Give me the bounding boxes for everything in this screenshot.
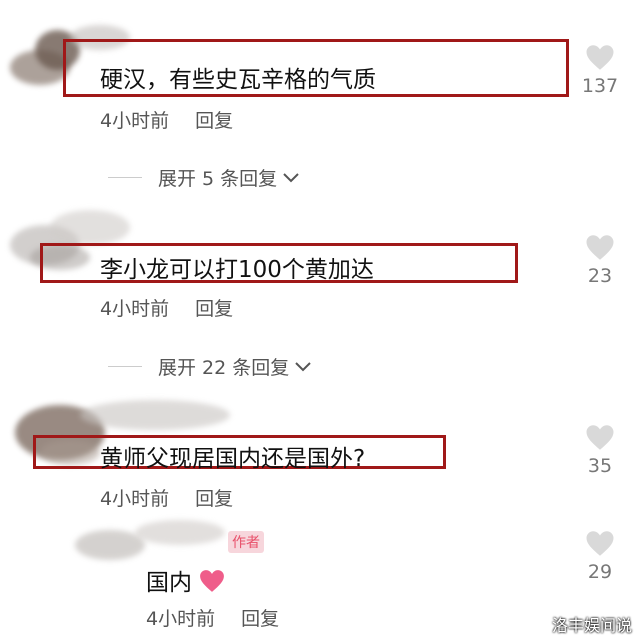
- heart-icon: [586, 45, 614, 70]
- like-button[interactable]: 137: [580, 44, 620, 97]
- reply-text: 国内: [146, 563, 225, 597]
- reply-button[interactable]: 回复: [195, 298, 233, 320]
- author-badge: 作者: [228, 531, 264, 553]
- like-button[interactable]: 35: [580, 424, 620, 477]
- expand-replies-label: 展开 22 条回复: [158, 357, 290, 379]
- comment-text: 黄师父现居国内还是国外?: [100, 446, 366, 472]
- like-count: 29: [587, 561, 613, 583]
- comment-meta: 4小时前 回复: [100, 294, 233, 321]
- like-button[interactable]: 23: [580, 234, 620, 287]
- heart-emoji-icon: [200, 570, 225, 592]
- comment-text: 硬汉，有些史瓦辛格的气质: [100, 67, 376, 93]
- reply-button[interactable]: 回复: [195, 110, 233, 132]
- heart-icon: [586, 235, 614, 260]
- comment-meta: 4小时前 回复: [146, 604, 279, 631]
- reply-text-content: 国内: [146, 570, 192, 596]
- like-button[interactable]: 29: [580, 530, 620, 583]
- like-count: 35: [587, 455, 613, 477]
- comment-meta: 4小时前 回复: [100, 106, 233, 133]
- divider: [108, 366, 142, 367]
- comment-time: 4小时前: [100, 110, 170, 132]
- reply-button[interactable]: 回复: [241, 608, 279, 630]
- divider: [108, 177, 142, 178]
- comment-text: 李小龙可以打100个黄加达: [100, 257, 374, 283]
- chevron-down-icon: [283, 172, 299, 182]
- expand-replies-label: 展开 5 条回复: [158, 168, 278, 190]
- comment-time: 4小时前: [100, 488, 170, 510]
- watermark: 洛丰娱间说: [551, 616, 632, 635]
- heart-icon: [586, 425, 614, 450]
- chevron-down-icon: [295, 361, 311, 371]
- comment-meta: 4小时前 回复: [100, 484, 233, 511]
- like-count: 137: [581, 75, 619, 97]
- comment-time: 4小时前: [146, 608, 216, 630]
- comment-time: 4小时前: [100, 298, 170, 320]
- heart-icon: [586, 531, 614, 556]
- expand-replies-button[interactable]: 展开 22 条回复: [108, 353, 311, 380]
- expand-replies-button[interactable]: 展开 5 条回复: [108, 164, 299, 191]
- reply-button[interactable]: 回复: [195, 488, 233, 510]
- like-count: 23: [587, 265, 613, 287]
